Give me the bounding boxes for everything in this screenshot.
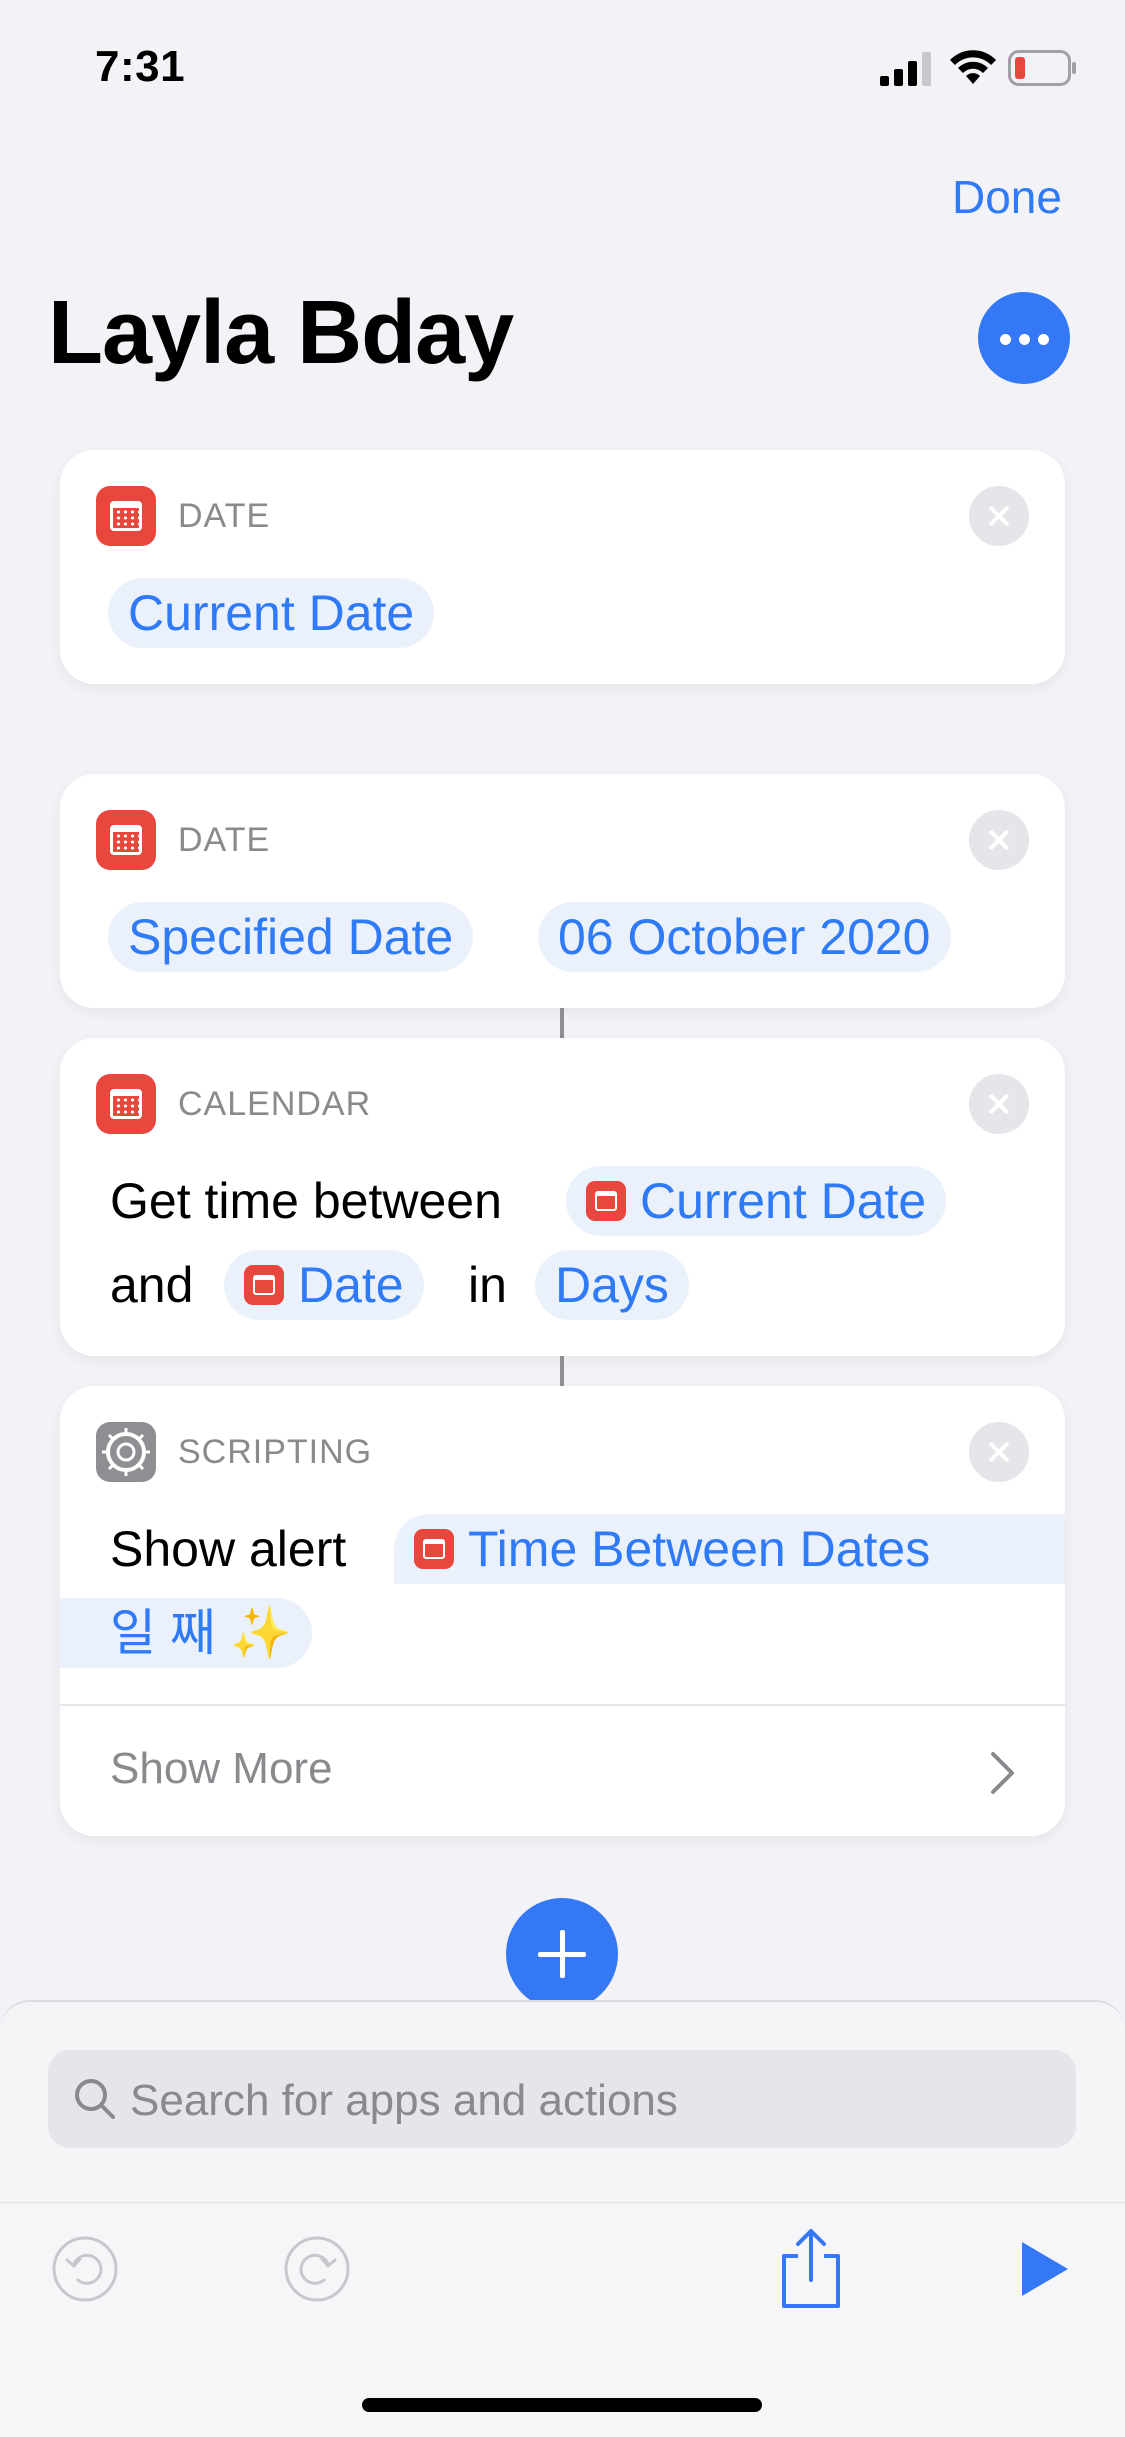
battery-icon [1008,50,1076,86]
calendar-icon [414,1529,454,1569]
token-label: Specified Date [128,909,454,965]
more-dot [1038,334,1049,345]
calendar-icon [586,1181,626,1221]
remove-action-button[interactable] [969,1074,1029,1134]
action-card-show-alert[interactable]: SCRIPTING Show alert Time Between Dates … [60,1386,1065,1836]
token-label: Current Date [128,585,415,641]
token-label: Date [298,1257,404,1313]
alert-text-token[interactable]: 일 째 ✨ [60,1598,313,1668]
calendar-icon [244,1265,284,1305]
card-category: DATE [178,496,271,535]
more-dot [1000,334,1011,345]
action-connector [560,1356,564,1386]
calendar-icon [96,810,156,870]
gear-icon [96,1422,156,1482]
variable-token-current-date[interactable]: Current Date [566,1166,947,1236]
page-title: Layla Bday [48,283,514,383]
remove-action-button[interactable] [969,486,1029,546]
remove-action-button[interactable] [969,1422,1029,1482]
wifi-icon [950,50,996,84]
variable-token-date[interactable]: Date [224,1250,424,1320]
action-text: Get time between [110,1173,502,1229]
action-text: Show alert [110,1521,347,1577]
search-placeholder: Search for apps and actions [130,2076,678,2125]
date-mode-token[interactable]: Specified Date [108,902,474,972]
token-label: 06 October 2020 [558,909,931,965]
more-options-button[interactable] [978,292,1070,384]
card-category: SCRIPTING [178,1432,373,1471]
home-indicator [362,2398,762,2412]
undo-icon[interactable] [50,2234,120,2304]
token-label: Days [555,1257,669,1313]
status-time: 7:31 [95,42,186,91]
calendar-icon [96,486,156,546]
variable-token-time-between[interactable]: Time Between Dates [394,1514,950,1584]
card-header: CALENDAR [96,1074,371,1134]
done-button[interactable]: Done [952,170,1062,224]
signal-icon [880,52,931,86]
action-connector [560,1008,564,1038]
date-value-token[interactable]: 06 October 2020 [538,902,951,972]
card-header: DATE [96,486,270,546]
action-card-calendar[interactable]: CALENDAR Get time between Current Date a… [60,1038,1065,1356]
calendar-icon [96,1074,156,1134]
action-text: and [110,1257,194,1313]
search-icon [75,2079,115,2119]
action-text: in [468,1257,507,1313]
redo-icon[interactable] [282,2234,352,2304]
token-label: Current Date [640,1173,927,1229]
action-card-date-specified[interactable]: DATE Specified Date 06 October 2020 [60,774,1065,1008]
card-category: CALENDAR [178,1084,372,1123]
add-action-button[interactable] [506,1898,618,2010]
chevron-right-icon [991,1752,1014,1794]
unit-token-days[interactable]: Days [535,1250,689,1320]
token-label: 일 째 ✨ [110,1605,293,1661]
show-more-label: Show More [110,1744,333,1793]
card-category: DATE [178,820,271,859]
remove-action-button[interactable] [969,810,1029,870]
show-more-row[interactable]: Show More [60,1706,1065,1836]
action-card-date-current[interactable]: DATE Current Date [60,450,1065,684]
token-label: Time Between Dates [468,1521,931,1577]
more-dot [1019,334,1030,345]
card-header: DATE [96,810,270,870]
date-token-current[interactable]: Current Date [108,578,435,648]
share-icon[interactable] [776,2226,846,2312]
play-icon[interactable] [1018,2240,1072,2298]
card-header: SCRIPTING [96,1422,372,1482]
